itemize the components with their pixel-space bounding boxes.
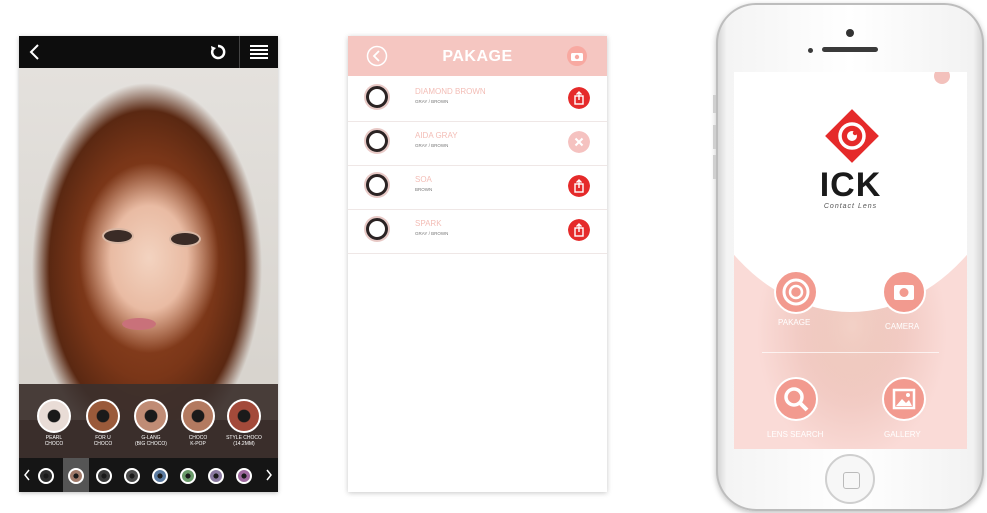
lens-thumbnail: [366, 86, 388, 108]
list-item[interactable]: AIDA GRAY GRAY / BROWN: [348, 121, 607, 166]
item-name: AIDA GRAY: [415, 131, 458, 140]
camera-top-bar: [19, 36, 278, 68]
item-subtitle: BROWN: [415, 187, 433, 192]
home-square-icon: [843, 472, 860, 489]
hamburger-menu-icon[interactable]: [250, 44, 268, 60]
pakage-button[interactable]: [774, 270, 818, 314]
divider: [239, 36, 240, 68]
lens-label: (14.2MM): [233, 441, 255, 447]
gallery-button[interactable]: [882, 377, 926, 421]
share-icon[interactable]: [568, 87, 590, 109]
strip-lens[interactable]: [96, 468, 112, 484]
close-icon[interactable]: [568, 131, 590, 153]
item-subtitle: GRAY / BROWN: [415, 99, 449, 104]
list-item[interactable]: SPARK GRAY / BROWN: [348, 209, 607, 254]
volume-down-button: [713, 155, 716, 179]
volume-up-button: [713, 125, 716, 149]
lens-search-button[interactable]: [774, 377, 818, 421]
package-screen: PAKAGE DIAMOND BROWN GRAY / BROWN AIDA G…: [348, 36, 607, 492]
lens-label: CHOCO: [93, 441, 113, 447]
image-icon: [892, 388, 916, 410]
strip-lens[interactable]: [152, 468, 168, 484]
right-eye: [169, 231, 201, 247]
strip-lens[interactable]: [124, 468, 140, 484]
gallery-label: GALLERY: [884, 430, 921, 439]
search-icon: [784, 387, 809, 412]
strip-lens[interactable]: [68, 468, 84, 484]
item-name: SOA: [415, 175, 432, 184]
strip-lens[interactable]: [180, 468, 196, 484]
camera-screen: PEARL CHOCO FOR U CHOCO G-LANG (BIG CHOCO) …: [19, 36, 278, 492]
lens-for-u-choco[interactable]: [86, 399, 120, 433]
brand-name: ICK: [819, 166, 882, 204]
lens-choco-kpop[interactable]: [181, 399, 215, 433]
home-screen: ICK Contact Lens PAKAGE CAMERA LENS SEAR…: [734, 72, 967, 449]
chevron-left-icon[interactable]: [23, 469, 31, 481]
camera-icon[interactable]: [566, 45, 588, 67]
lens-target-icon: [782, 278, 810, 306]
item-name: DIAMOND BROWN: [415, 87, 486, 96]
list-item[interactable]: SOA BROWN: [348, 165, 607, 210]
strip-lens[interactable]: [38, 468, 54, 484]
item-name: SPARK: [415, 219, 442, 228]
lens-label: CHOCO: [44, 441, 64, 447]
lens-pearl-choco[interactable]: [37, 399, 71, 433]
chevron-left-icon[interactable]: [27, 43, 41, 61]
settings-icon[interactable]: [932, 72, 952, 86]
lens-selector-bar: PEARL CHOCO FOR U CHOCO G-LANG (BIG CHOCO) …: [19, 384, 278, 458]
left-eye: [102, 228, 134, 244]
side-button: [713, 95, 716, 113]
divider: [762, 352, 939, 353]
lens-strip: [19, 458, 278, 492]
brand-tagline: Contact Lens: [823, 203, 878, 210]
lens-thumbnail: [366, 130, 388, 152]
camera-label: CAMERA: [885, 322, 920, 331]
lens-thumbnail: [366, 174, 388, 196]
lens-g-lang[interactable]: [134, 399, 168, 433]
lens-thumbnail: [366, 218, 388, 240]
home-button[interactable]: [825, 454, 875, 504]
lips: [122, 318, 156, 330]
chevron-right-icon[interactable]: [265, 469, 273, 481]
camera-button[interactable]: [882, 270, 926, 314]
list-item[interactable]: DIAMOND BROWN GRAY / BROWN: [348, 77, 607, 122]
strip-lens[interactable]: [236, 468, 252, 484]
camera-preview-photo: [19, 68, 278, 420]
front-camera: [846, 29, 854, 37]
item-subtitle: GRAY / BROWN: [415, 231, 449, 236]
camera-icon: [894, 285, 914, 300]
speaker-grille: [822, 47, 878, 52]
lens-search-label: LENS SEARCH: [767, 430, 824, 439]
strip-lens[interactable]: [208, 468, 224, 484]
proximity-sensor: [808, 48, 813, 53]
refresh-icon[interactable]: [209, 43, 227, 61]
share-icon[interactable]: [568, 175, 590, 197]
ick-logo-icon: [825, 109, 879, 163]
pakage-label: PAKAGE: [778, 318, 811, 327]
lens-label: (BIG CHOCO): [135, 441, 167, 447]
package-header: PAKAGE: [348, 36, 607, 76]
share-icon[interactable]: [568, 219, 590, 241]
lens-style-choco[interactable]: [227, 399, 261, 433]
item-subtitle: GRAY / BROWN: [415, 143, 449, 148]
lens-label: K-POP: [190, 441, 206, 447]
